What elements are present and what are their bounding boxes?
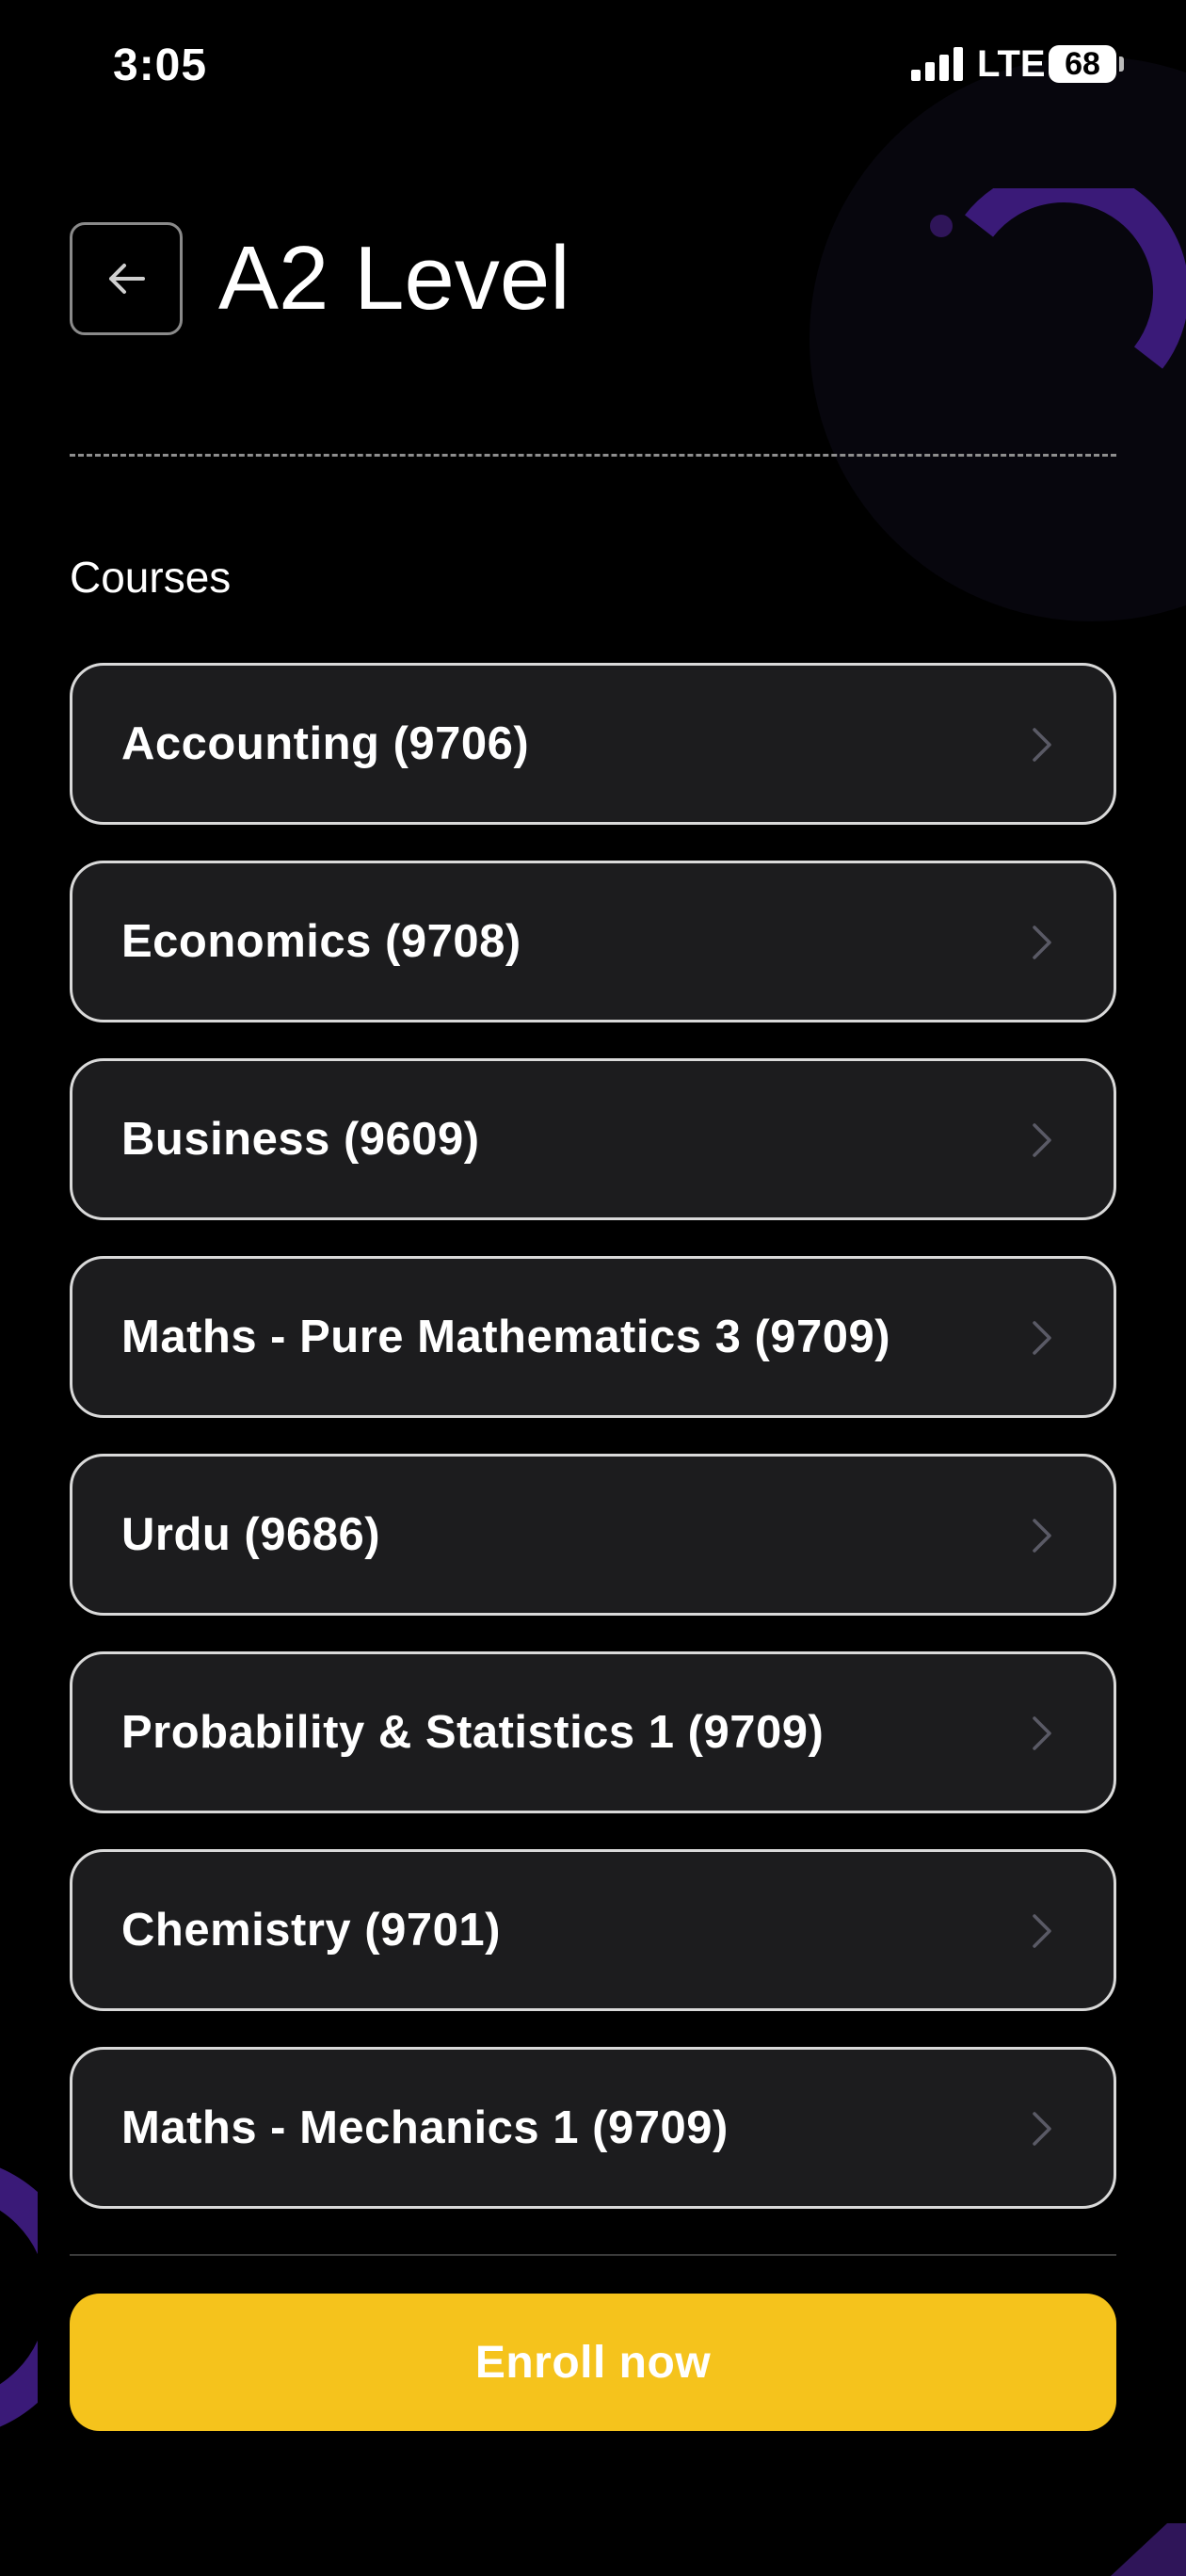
section-label-courses: Courses <box>70 553 232 602</box>
course-item-probability-statistics-1[interactable]: Probability & Statistics 1 (9709) <box>70 1651 1116 1813</box>
battery-tip <box>1119 56 1124 72</box>
chevron-right-icon <box>1033 2112 1051 2146</box>
course-label: Business (9609) <box>121 1114 480 1165</box>
background-arc-decoration <box>965 188 1186 369</box>
course-label: Economics (9708) <box>121 916 521 967</box>
background-left-arc-decoration <box>0 2167 38 2427</box>
header-divider <box>70 454 1116 457</box>
chevron-right-icon <box>1033 1519 1051 1553</box>
background-corner-decoration <box>1111 2523 1186 2576</box>
chevron-right-icon <box>1033 926 1051 959</box>
page-title: A2 Level <box>218 228 570 329</box>
course-item-chemistry[interactable]: Chemistry (9701) <box>70 1849 1116 2011</box>
chevron-right-icon <box>1033 728 1051 762</box>
enroll-now-button[interactable]: Enroll now <box>70 2294 1116 2431</box>
course-label: Maths - Pure Mathematics 3 (9709) <box>121 1312 891 1362</box>
course-label: Accounting (9706) <box>121 718 530 769</box>
course-item-economics[interactable]: Economics (9708) <box>70 861 1116 1022</box>
course-label: Urdu (9686) <box>121 1509 381 1560</box>
course-item-accounting[interactable]: Accounting (9706) <box>70 663 1116 825</box>
signal-icon <box>911 47 963 81</box>
screen: 3:05 LTE 68 A2 Level Courses Accounting … <box>0 0 1186 2576</box>
status-bar: 3:05 LTE 68 <box>0 0 1186 132</box>
arrow-left-icon <box>109 264 145 294</box>
chevron-right-icon <box>1033 1321 1051 1355</box>
chevron-right-icon <box>1033 1914 1051 1948</box>
network-label: LTE <box>977 43 1046 85</box>
course-item-mechanics-1[interactable]: Maths - Mechanics 1 (9709) <box>70 2047 1116 2209</box>
course-label: Maths - Mechanics 1 (9709) <box>121 2102 729 2153</box>
background-dot-decoration <box>930 215 953 237</box>
battery-icon: 68 <box>1049 45 1116 83</box>
chevron-right-icon <box>1033 1716 1051 1750</box>
course-label: Chemistry (9701) <box>121 1905 501 1956</box>
course-label: Probability & Statistics 1 (9709) <box>121 1707 825 1758</box>
status-time: 3:05 <box>113 40 208 90</box>
course-item-business[interactable]: Business (9609) <box>70 1058 1116 1220</box>
chevron-right-icon <box>1033 1123 1051 1157</box>
back-button[interactable] <box>70 222 183 335</box>
course-list: Accounting (9706) Economics (9708) Busin… <box>70 663 1116 2245</box>
footer-divider <box>70 2254 1116 2256</box>
course-item-urdu[interactable]: Urdu (9686) <box>70 1454 1116 1616</box>
course-item-pure-mathematics-3[interactable]: Maths - Pure Mathematics 3 (9709) <box>70 1256 1116 1418</box>
